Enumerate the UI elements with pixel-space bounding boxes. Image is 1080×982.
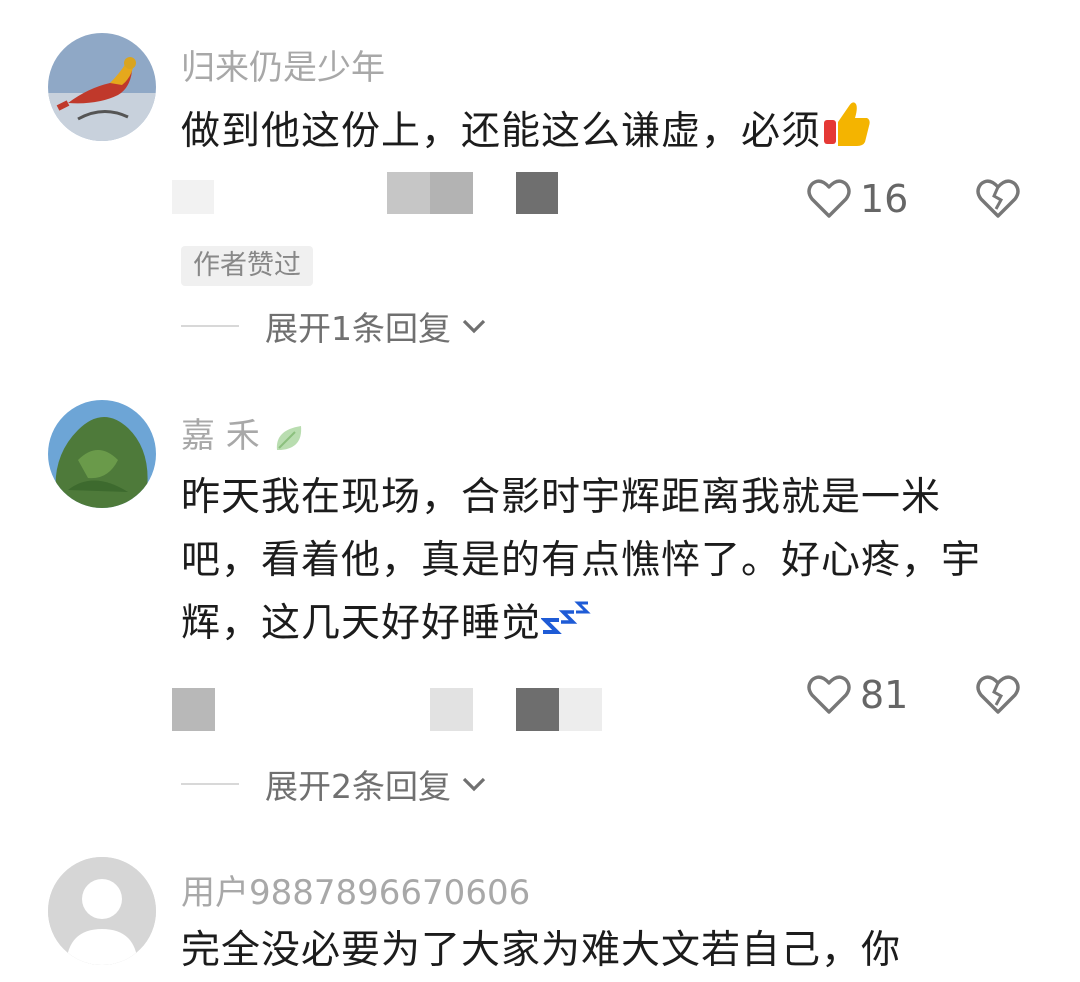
heart-icon [807, 179, 851, 218]
default-avatar-icon [48, 857, 156, 965]
dislike-button[interactable] [975, 176, 1021, 226]
heart-icon [807, 675, 851, 714]
sleeping-zzz-icon [540, 594, 591, 657]
like-count: 81 [860, 673, 909, 717]
broken-heart-icon [976, 179, 1020, 218]
avatar[interactable] [48, 857, 156, 965]
chevron-down-icon [462, 777, 486, 792]
expand-replies-label: 展开2条回复 [265, 767, 451, 806]
dislike-button[interactable] [975, 672, 1021, 722]
like-button[interactable]: 16 [806, 176, 908, 222]
author-liked-tag: 作者赞过 [181, 246, 313, 286]
broken-heart-icon [976, 675, 1020, 714]
avatar-image [48, 33, 156, 141]
blurred-meta-info [172, 172, 592, 216]
username-text: 嘉 禾 [181, 416, 260, 456]
avatar[interactable] [48, 400, 156, 508]
expand-replies-label: 展开1条回复 [265, 309, 451, 348]
comment-text: 昨天我在现场，合影时宇辉距离我就是一米吧，看着他，真是的有点憔悴了。好心疼，宇辉… [181, 466, 1011, 657]
username[interactable]: 嘉 禾 [181, 408, 307, 457]
expand-replies-button[interactable]: 展开2条回复 [181, 760, 489, 808]
blurred-meta-info [172, 688, 612, 732]
leaf-icon [276, 425, 301, 450]
divider [181, 783, 239, 785]
expand-replies-button[interactable]: 展开1条回复 [181, 302, 489, 350]
like-button[interactable]: 81 [806, 672, 908, 718]
divider [181, 325, 239, 327]
comment-text-content: 做到他这份上，还能这么谦虚，必须 [181, 109, 822, 154]
username[interactable]: 用户9887896670606 [181, 865, 530, 914]
avatar[interactable] [48, 33, 156, 141]
like-count: 16 [860, 177, 909, 221]
chevron-down-icon [462, 319, 486, 334]
username[interactable]: 归来仍是少年 [181, 40, 385, 89]
comment-text: 做到他这份上，还能这么谦虚，必须 [181, 98, 1011, 169]
thumbs-up-icon [821, 98, 873, 169]
avatar-image [48, 400, 156, 508]
